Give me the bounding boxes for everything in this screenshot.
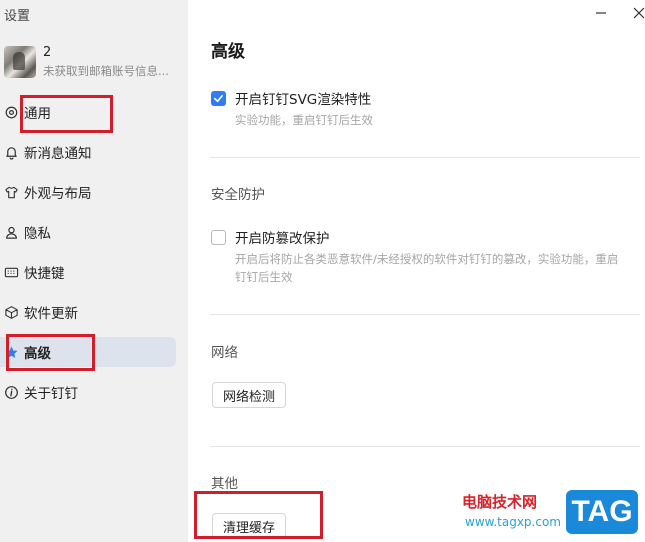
profile-name: 2	[43, 45, 52, 60]
svg-render-hint: 实验功能，重启钉钉后生效	[235, 113, 373, 127]
window-title: 设置	[4, 9, 31, 24]
tamper-protection-checkbox[interactable]	[211, 229, 226, 245]
sidebar-item-label: 软件更新	[24, 306, 78, 322]
sidebar-item-general[interactable]: 通用	[0, 97, 176, 127]
profile-card[interactable]: 2 未获取到邮箱账号信息...	[4, 44, 184, 80]
sidebar-item-label: 新消息通知	[24, 146, 92, 162]
cube-icon	[0, 305, 24, 320]
sidebar-item-label: 关于钉钉	[24, 386, 78, 402]
minimize-button[interactable]	[590, 4, 612, 22]
minimize-icon	[596, 12, 606, 14]
clear-cache-button[interactable]: 清理缓存	[212, 513, 287, 539]
svg-render-option[interactable]: 开启钉钉SVG渲染特性	[211, 88, 371, 108]
divider	[210, 314, 640, 315]
watermark-tag: TAG	[566, 490, 638, 534]
tamper-protection-hint-line2: 钉钉后生效	[235, 270, 293, 284]
bell-icon	[0, 145, 24, 160]
sidebar-item-updates[interactable]: 软件更新	[0, 297, 176, 327]
sidebar-item-label: 高级	[24, 346, 51, 362]
sidebar-item-notifications[interactable]: 新消息通知	[0, 137, 176, 167]
keyboard-icon	[0, 265, 24, 280]
other-section-title: 其他	[211, 476, 238, 492]
user-icon	[0, 225, 24, 240]
sidebar-item-advanced[interactable]: 高级	[0, 337, 176, 367]
svg-render-checkbox[interactable]	[211, 90, 226, 106]
checkmark-icon	[214, 94, 223, 102]
watermark-url: www.tagxp.com	[465, 515, 561, 529]
divider	[210, 157, 640, 158]
close-button[interactable]	[628, 4, 645, 22]
sidebar-item-label: 隐私	[24, 226, 51, 242]
tamper-protection-option[interactable]: 开启防篡改保护	[211, 227, 330, 247]
sidebar-item-privacy[interactable]: 隐私	[0, 217, 176, 247]
sidebar: 设置 2 未获取到邮箱账号信息... 通用 新消息通知 外观与布局 隐私 快捷键	[0, 0, 188, 542]
tamper-protection-hint-line1: 开启后将防止各类恶意软件/未经授权的软件对钉钉的篡改，实验功能，重启	[235, 252, 619, 266]
close-icon	[633, 7, 645, 19]
tamper-protection-label: 开启防篡改保护	[235, 231, 330, 247]
avatar[interactable]	[4, 46, 36, 78]
shirt-icon	[0, 185, 24, 200]
sidebar-item-label: 通用	[24, 106, 51, 122]
sidebar-item-shortcuts[interactable]: 快捷键	[0, 257, 176, 287]
security-section-title: 安全防护	[211, 187, 265, 203]
star-icon	[0, 345, 24, 360]
sidebar-item-about[interactable]: 关于钉钉	[0, 377, 176, 407]
network-section-title: 网络	[211, 345, 238, 361]
sidebar-item-label: 外观与布局	[24, 186, 92, 202]
settings-panel: 高级 开启钉钉SVG渲染特性 实验功能，重启钉钉后生效 安全防护 开启防篡改保护…	[188, 0, 645, 542]
network-check-button[interactable]: 网络检测	[212, 382, 287, 408]
sidebar-item-appearance[interactable]: 外观与布局	[0, 177, 176, 207]
divider	[210, 446, 640, 447]
sidebar-item-label: 快捷键	[24, 266, 65, 282]
watermark-logo: 电脑技术网 www.tagxp.com TAG	[462, 488, 642, 538]
profile-status: 未获取到邮箱账号信息...	[43, 64, 169, 78]
info-icon	[0, 385, 24, 400]
gear-icon	[0, 105, 24, 120]
svg-render-label: 开启钉钉SVG渲染特性	[235, 92, 372, 108]
page-title: 高级	[211, 42, 245, 62]
watermark-text: 电脑技术网	[462, 493, 538, 511]
